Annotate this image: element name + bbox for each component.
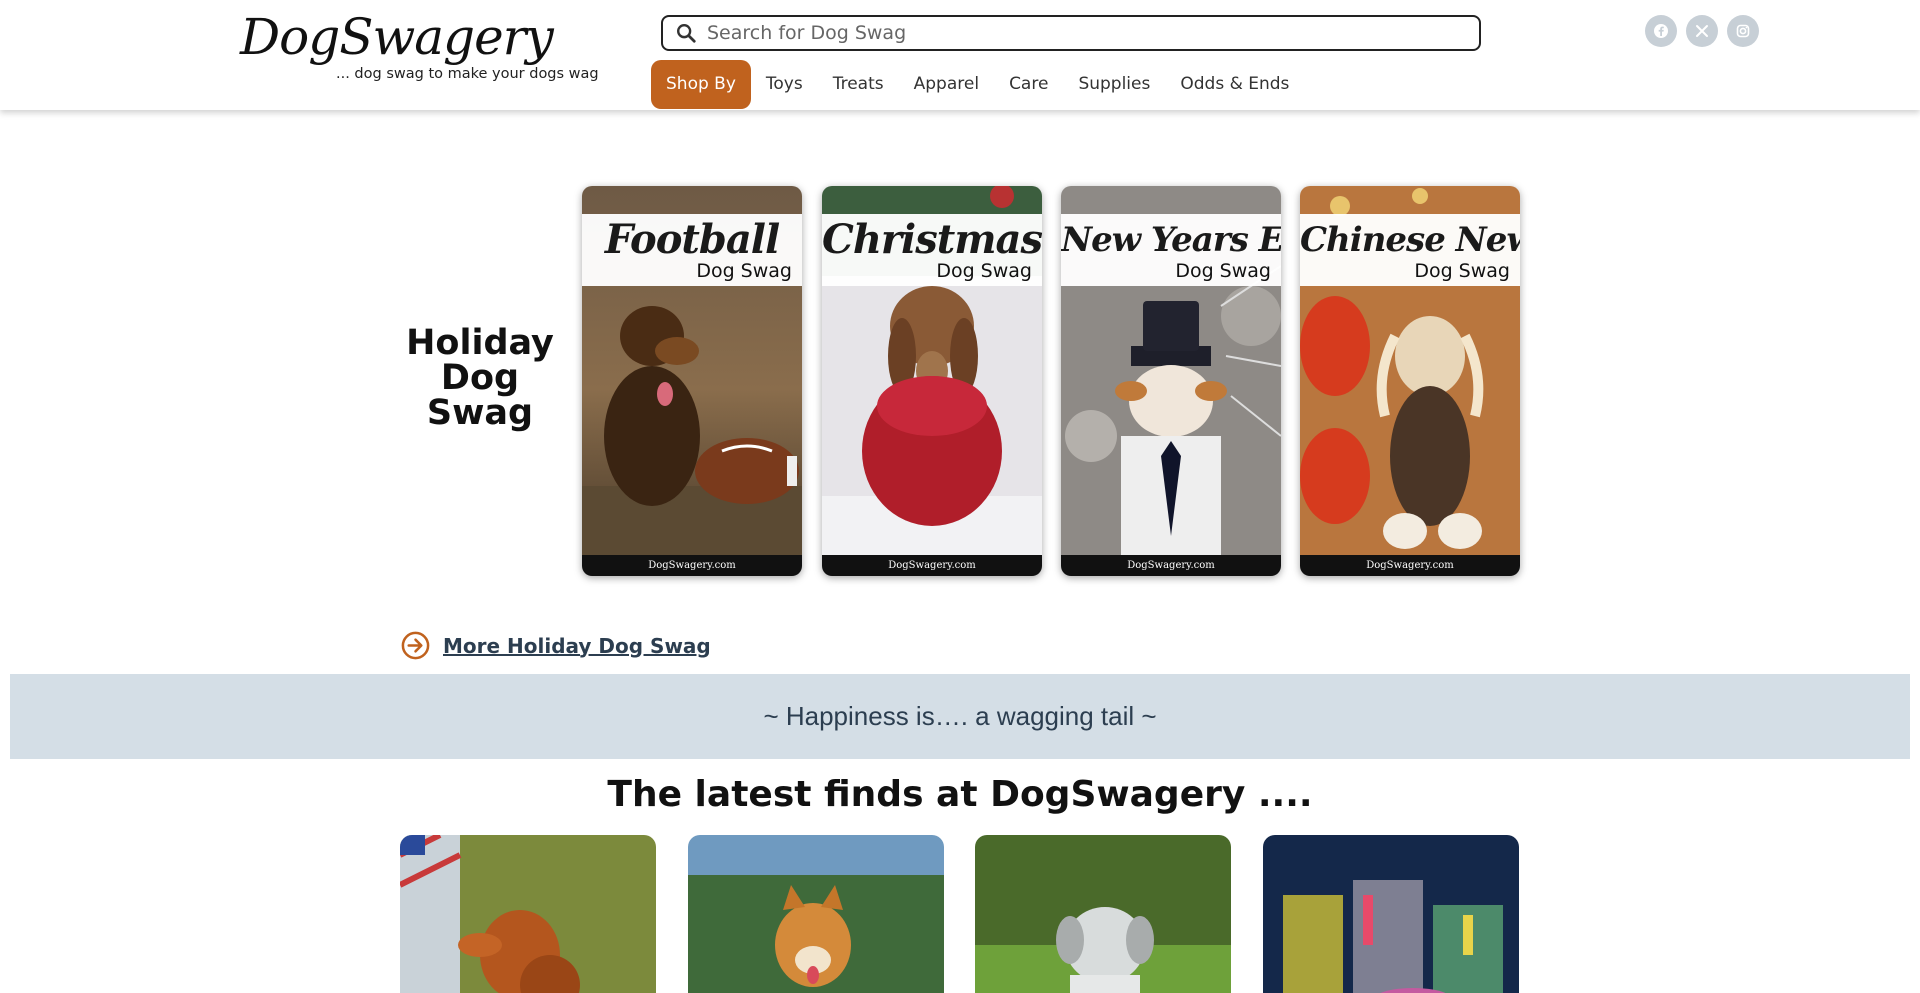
main-nav: Shop By Toys Treats Apparel Care Supplie…	[651, 60, 1304, 109]
latest-find-card[interactable]	[975, 835, 1231, 993]
card-subtitle: Dog Swag	[936, 260, 1032, 282]
more-holiday-link[interactable]: More Holiday Dog Swag	[400, 630, 711, 661]
nav-item-apparel[interactable]: Apparel	[899, 60, 994, 109]
card-title: New Years Eve	[1061, 220, 1281, 260]
nav-item-toys[interactable]: Toys	[751, 60, 818, 109]
nav-item-supplies[interactable]: Supplies	[1063, 60, 1165, 109]
nav-item-care[interactable]: Care	[994, 60, 1063, 109]
x-icon[interactable]	[1686, 15, 1718, 47]
latest-find-image	[975, 835, 1231, 993]
card-footer: DogSwagery.com	[1300, 555, 1520, 576]
latest-find-image	[1263, 835, 1519, 993]
card-subtitle: Dog Swag	[1414, 260, 1510, 282]
arrow-circle-right-icon	[401, 631, 430, 660]
card-subtitle: Dog Swag	[696, 260, 792, 282]
card-footer: DogSwagery.com	[1061, 555, 1281, 576]
site-tagline: ... dog swag to make your dogs wag	[336, 66, 599, 82]
latest-finds-title: The latest finds at DogSwagery ....	[607, 774, 1313, 815]
holiday-card-football[interactable]: Football Dog Swag DogSwagery.com	[582, 186, 802, 576]
card-title: Chinese New Year	[1300, 220, 1520, 260]
tagline-banner: ~ Happiness is…. a wagging tail ~	[10, 674, 1910, 759]
card-footer: DogSwagery.com	[582, 555, 802, 576]
facebook-icon[interactable]	[1645, 15, 1677, 47]
holiday-card-new-years-eve[interactable]: New Years Eve Dog Swag DogSwagery.com	[1061, 186, 1281, 576]
nav-item-odds-ends[interactable]: Odds & Ends	[1165, 60, 1304, 109]
latest-find-image	[400, 835, 656, 993]
card-title: Christmas	[822, 216, 1042, 263]
instagram-icon[interactable]	[1727, 15, 1759, 47]
more-holiday-link-text[interactable]: More Holiday Dog Swag	[443, 634, 711, 658]
search-input[interactable]	[707, 22, 1467, 44]
nav-item-treats[interactable]: Treats	[818, 60, 899, 109]
holiday-card-christmas[interactable]: Christmas Dog Swag DogSwagery.com	[822, 186, 1042, 576]
holiday-section-title: Holiday Dog Swag	[406, 323, 554, 433]
search-bar[interactable]	[661, 15, 1481, 51]
latest-find-card[interactable]	[688, 835, 944, 993]
search-icon	[677, 24, 696, 43]
site-logo[interactable]: DogSwagery	[240, 8, 554, 66]
latest-find-card[interactable]	[1263, 835, 1519, 993]
card-footer: DogSwagery.com	[822, 555, 1042, 576]
card-subtitle: Dog Swag	[1175, 260, 1271, 282]
holiday-card-chinese-new-year[interactable]: Chinese New Year Dog Swag DogSwagery.com	[1300, 186, 1520, 576]
nav-item-shop-by[interactable]: Shop By	[651, 60, 751, 109]
site-header: DogSwagery ... dog swag to make your dog…	[0, 0, 1920, 110]
latest-find-image	[688, 835, 944, 993]
latest-find-card[interactable]	[400, 835, 656, 993]
card-title: Football	[604, 216, 780, 263]
banner-text: ~ Happiness is…. a wagging tail ~	[763, 701, 1157, 731]
